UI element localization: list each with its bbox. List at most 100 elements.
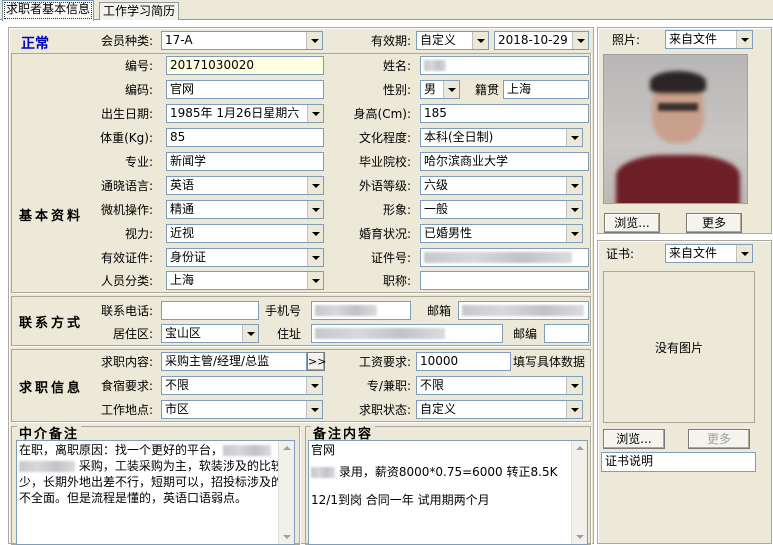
phone-field[interactable] xyxy=(161,301,259,320)
fulltime-label: 专/兼职: xyxy=(366,379,411,393)
tab-work-history[interactable]: 工作学习简历 xyxy=(99,2,180,20)
weight-field[interactable]: 85 xyxy=(166,128,324,147)
vision-label: 视力: xyxy=(124,227,153,241)
board-select[interactable]: 不限 xyxy=(161,376,323,395)
language-level-select[interactable]: 六级 xyxy=(420,176,583,195)
education-select[interactable]: 本科(全日制) xyxy=(420,128,583,147)
chevron-down-icon xyxy=(566,225,582,242)
tab-basic-info[interactable]: 求职者基本信息 xyxy=(2,0,95,21)
chevron-down-icon xyxy=(736,31,752,48)
salary-field[interactable]: 10000 xyxy=(416,352,511,371)
number-label: 编号: xyxy=(124,59,153,73)
language-level-label: 外语等级: xyxy=(358,179,411,193)
id-type-select[interactable]: 身份证 xyxy=(166,248,324,267)
cert-source-select[interactable]: 来自文件 xyxy=(665,244,753,263)
phone-label: 联系电话: xyxy=(100,304,153,318)
birth-label: 出生日期: xyxy=(100,107,153,121)
validity-label: 有效期: xyxy=(370,34,411,48)
major-field[interactable]: 新闻学 xyxy=(166,152,324,171)
photo-more-button[interactable]: 更多 xyxy=(686,213,742,233)
tab-bar: 求职者基本信息 工作学习简历 xyxy=(0,0,773,21)
chevron-down-icon xyxy=(307,249,323,266)
vision-select[interactable]: 近视 xyxy=(166,224,324,243)
chevron-down-icon xyxy=(242,325,258,342)
id-number-label: 证件号: xyxy=(370,251,411,265)
job-content-label: 求职内容: xyxy=(100,355,153,369)
status-label: 正常 xyxy=(21,36,49,52)
code-field[interactable]: 官网 xyxy=(166,80,324,99)
major-label: 专业: xyxy=(124,155,153,169)
photo-source-select[interactable]: 来自文件 xyxy=(665,30,753,49)
name-field[interactable] xyxy=(420,56,589,75)
chevron-down-icon xyxy=(306,377,322,394)
scrollbar[interactable] xyxy=(571,441,587,544)
birth-date-picker[interactable]: 1985年 1月26日星期六 xyxy=(166,104,324,123)
chevron-down-icon xyxy=(566,401,582,418)
code-label: 编码: xyxy=(124,83,153,97)
zip-field[interactable] xyxy=(544,324,589,343)
cert-label: 证书: xyxy=(605,247,634,261)
chevron-down-icon xyxy=(443,81,459,98)
chevron-down-icon xyxy=(306,32,322,49)
job-state-label: 求职状态: xyxy=(358,403,411,417)
language-label: 通晓语言: xyxy=(100,179,153,193)
address-label: 住址 xyxy=(276,327,301,341)
main-form-panel: 正常 会员种类: 17-A 有效期: 自定义 2018-10-29 基本资料 编… xyxy=(8,27,594,545)
category-label: 人员分类: xyxy=(100,274,153,288)
photo-image xyxy=(603,54,748,204)
marital-label: 婚育状况: xyxy=(358,227,411,241)
weight-label: 体重(Kg): xyxy=(100,131,153,145)
cert-description-field[interactable]: 证书说明 xyxy=(601,452,756,472)
job-content-field[interactable]: 采购主管/经理/总监 xyxy=(161,352,307,371)
cert-more-button: 更多 xyxy=(688,429,750,449)
native-label: 籍贯 xyxy=(474,83,499,97)
chevron-down-icon xyxy=(307,105,323,122)
chevron-down-icon xyxy=(566,201,582,218)
zip-label: 邮编 xyxy=(512,327,537,341)
marital-select[interactable]: 已婚男性 xyxy=(420,224,583,243)
job-section-title: 求职信息 xyxy=(19,381,84,396)
member-type-select[interactable]: 17-A xyxy=(161,31,323,50)
cert-browse-button[interactable]: 浏览... xyxy=(603,429,665,449)
school-field[interactable]: 哈尔滨商业大学 xyxy=(420,152,589,171)
id-number-field[interactable] xyxy=(420,248,589,267)
salary-label: 工资要求: xyxy=(358,355,411,369)
id-type-label: 有效证件: xyxy=(100,251,153,265)
job-content-more-button[interactable]: >> xyxy=(307,352,326,371)
chevron-down-icon xyxy=(307,201,323,218)
work-place-select[interactable]: 市区 xyxy=(161,400,323,419)
remark-textarea[interactable]: 官网 录用，薪资8000*0.75=6000 转正8.5K 12/1到岗 合同一… xyxy=(308,440,588,545)
member-type-label: 会员种类: xyxy=(100,34,153,48)
language-select[interactable]: 英语 xyxy=(166,176,324,195)
agent-notes-textarea[interactable]: 在职，离职原因：找一个更好的平台， 采购，工装采购为主，软装涉及的比较少，长期外… xyxy=(16,440,295,545)
email-label: 邮箱 xyxy=(426,304,451,318)
area-select[interactable]: 宝山区 xyxy=(161,324,259,343)
photo-label: 照片: xyxy=(611,33,640,47)
work-place-label: 工作地点: xyxy=(100,403,153,417)
scrollbar[interactable] xyxy=(278,441,294,544)
mobile-field[interactable] xyxy=(311,301,411,320)
cert-image-placeholder: 没有图片 xyxy=(603,271,755,423)
validity-date-picker[interactable]: 2018-10-29 xyxy=(494,31,589,50)
chevron-down-icon xyxy=(307,272,323,289)
validity-mode-select[interactable]: 自定义 xyxy=(416,31,489,50)
email-field[interactable] xyxy=(458,301,589,320)
category-select[interactable]: 上海 xyxy=(166,271,324,290)
computer-skill-select[interactable]: 精通 xyxy=(166,200,324,219)
appearance-select[interactable]: 一般 xyxy=(420,200,583,219)
job-state-select[interactable]: 自定义 xyxy=(416,400,583,419)
native-field[interactable]: 上海 xyxy=(503,80,589,99)
height-field[interactable]: 185 xyxy=(420,104,589,123)
photo-browse-button[interactable]: 浏览... xyxy=(604,213,660,233)
education-label: 文化程度: xyxy=(358,131,411,145)
chevron-down-icon xyxy=(306,401,322,418)
number-field[interactable]: 20171030020 xyxy=(166,56,324,75)
computer-skill-label: 微机操作: xyxy=(100,203,153,217)
chevron-down-icon xyxy=(566,177,582,194)
title-field[interactable] xyxy=(420,271,589,290)
gender-select[interactable]: 男 xyxy=(420,80,460,99)
fulltime-select[interactable]: 不限 xyxy=(416,376,583,395)
area-label: 居住区: xyxy=(112,327,153,341)
address-field[interactable] xyxy=(311,324,503,343)
chevron-down-icon xyxy=(736,245,752,262)
